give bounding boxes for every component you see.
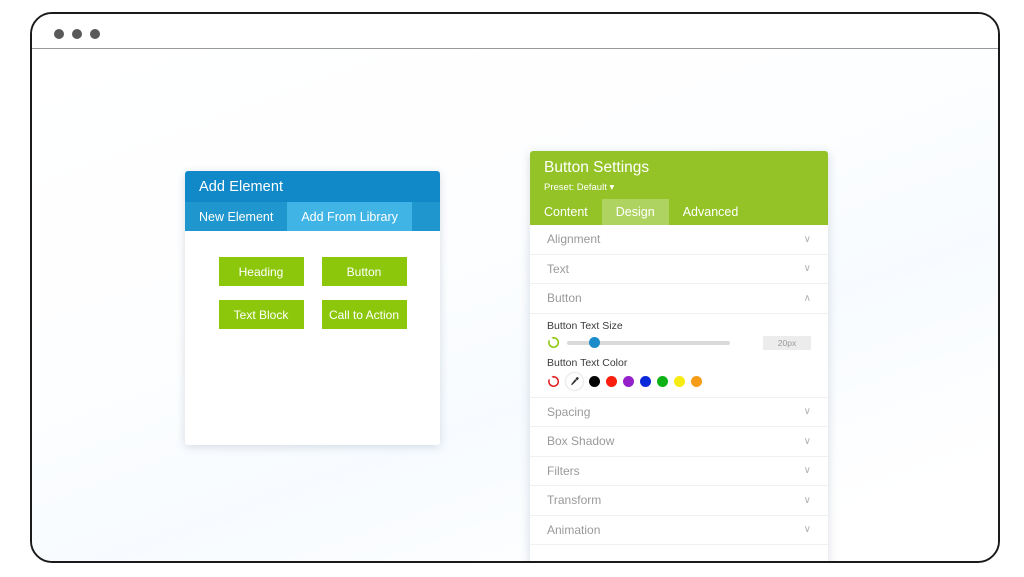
button-text-size-label: Button Text Size — [547, 319, 623, 332]
element-button-text-block[interactable]: Text Block — [218, 300, 304, 329]
tab-content[interactable]: Content — [530, 199, 602, 225]
color-swatch-black[interactable] — [589, 375, 600, 387]
section-spacing[interactable]: Spacing ∨ — [530, 398, 828, 427]
browser-window: Add Element New Element Add From Library… — [30, 12, 1000, 563]
tab-design[interactable]: Design — [601, 199, 669, 225]
button-text-color-label: Button Text Color — [547, 356, 628, 369]
section-text-label: Text — [547, 261, 570, 276]
chevron-up-icon: ∧ — [803, 292, 811, 304]
section-spacing-label: Spacing — [547, 404, 591, 419]
color-swatch-green[interactable] — [657, 375, 668, 387]
chevron-down-icon: ∨ — [803, 233, 811, 245]
tab-new-element[interactable]: New Element — [185, 202, 287, 231]
section-box-shadow[interactable]: Box Shadow ∨ — [530, 427, 828, 457]
chevron-down-icon: ∨ — [803, 494, 811, 506]
section-filters-label: Filters — [547, 463, 580, 478]
tab-add-from-library[interactable]: Add From Library — [287, 202, 412, 231]
chevron-down-icon: ∨ — [803, 524, 811, 536]
chevron-down-icon: ∨ — [803, 435, 811, 447]
window-dot-close-icon[interactable] — [54, 29, 64, 39]
section-transform-label: Transform — [547, 493, 602, 508]
section-text[interactable]: Text ∨ — [530, 255, 828, 284]
color-swatch-orange[interactable] — [691, 375, 702, 387]
window-controls — [54, 29, 100, 39]
section-transform[interactable]: Transform ∨ — [530, 486, 828, 516]
add-element-header: Add Element — [185, 171, 440, 202]
button-section-content: Button Text Size 20px Button Text Color — [530, 314, 828, 398]
button-text-size-value[interactable]: 20px — [763, 335, 811, 350]
browser-viewport: Add Element New Element Add From Library… — [32, 50, 998, 561]
tab-new-element-label: New Element — [199, 209, 274, 224]
settings-body: Alignment ∨ Text ∨ Button ∧ Button Text … — [530, 225, 828, 561]
section-button-label: Button — [547, 291, 582, 306]
eyedropper-icon[interactable] — [566, 372, 583, 390]
chevron-down-icon: ∨ — [803, 465, 811, 477]
section-box-shadow-label: Box Shadow — [547, 434, 615, 449]
color-swatch-yellow[interactable] — [674, 375, 685, 387]
tab-advanced-label: Advanced — [682, 205, 739, 219]
button-text-size-slider[interactable] — [567, 336, 730, 348]
color-swatch-purple[interactable] — [623, 375, 634, 387]
browser-titlebar — [32, 14, 998, 49]
window-dot-minimize-icon[interactable] — [72, 29, 82, 39]
tab-design-label: Design — [615, 205, 655, 219]
element-button-call-to-action[interactable]: Call to Action — [321, 300, 407, 329]
settings-title: Button Settings — [544, 159, 650, 176]
add-element-panel: Add Element New Element Add From Library… — [185, 171, 440, 445]
add-element-tabbar: New Element Add From Library — [185, 202, 440, 231]
color-swatch-blue[interactable] — [640, 375, 651, 387]
section-filters[interactable]: Filters ∨ — [530, 457, 828, 486]
slider-handle[interactable] — [589, 336, 601, 348]
chevron-down-icon: ∨ — [803, 263, 811, 275]
chevron-down-icon: ∨ — [803, 406, 811, 418]
button-settings-panel: Button Settings Preset: Default ▾ Conten… — [530, 151, 828, 561]
preset-selector[interactable]: Preset: Default ▾ — [544, 181, 614, 194]
window-dot-maximize-icon[interactable] — [90, 29, 100, 39]
section-animation[interactable]: Animation ∨ — [530, 516, 828, 545]
settings-tabbar: Content Design Advanced — [530, 199, 828, 225]
add-element-title: Add Element — [199, 178, 284, 195]
section-alignment[interactable]: Alignment ∨ — [530, 225, 828, 255]
tab-advanced[interactable]: Advanced — [669, 199, 753, 225]
section-animation-label: Animation — [547, 522, 601, 537]
tab-content-label: Content — [544, 205, 588, 219]
button-text-color-control — [547, 372, 811, 390]
screenshot-stage: Add Element New Element Add From Library… — [0, 0, 1024, 577]
element-button-button[interactable]: Button — [321, 257, 407, 286]
section-alignment-label: Alignment — [547, 232, 601, 247]
settings-header: Button Settings Preset: Default ▾ — [530, 151, 828, 199]
tab-add-from-library-label: Add From Library — [301, 209, 398, 224]
element-button-heading[interactable]: Heading — [218, 257, 304, 286]
element-button-grid: Heading Button Text Block Call to Action — [185, 257, 440, 329]
reset-circle-icon[interactable] — [547, 336, 560, 349]
color-swatch-red[interactable] — [606, 375, 617, 387]
section-button[interactable]: Button ∧ — [530, 284, 828, 314]
reset-circle-icon[interactable] — [547, 375, 560, 388]
add-element-body: Heading Button Text Block Call to Action — [185, 231, 440, 445]
button-text-size-control: 20px — [547, 335, 811, 350]
